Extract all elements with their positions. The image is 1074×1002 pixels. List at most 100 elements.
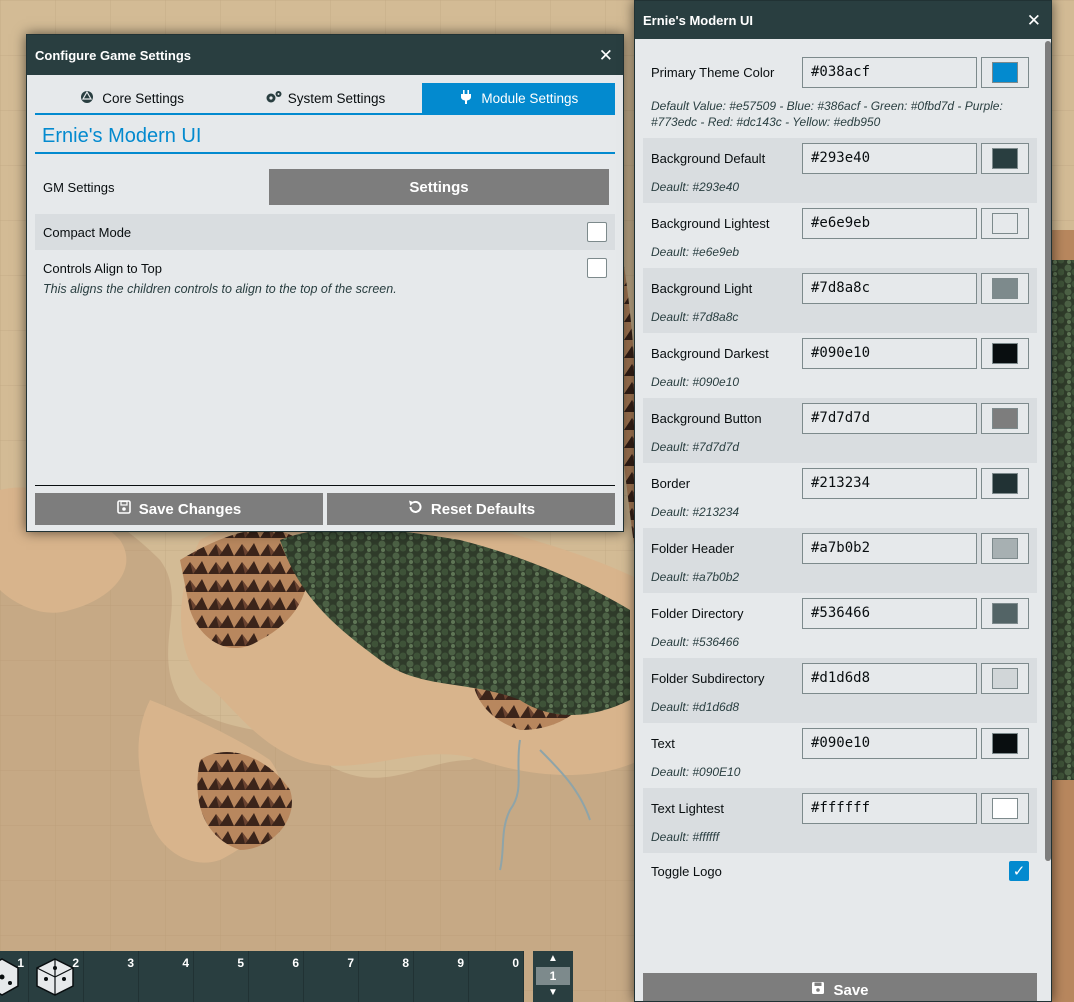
- save-changes-button[interactable]: Save Changes: [35, 493, 323, 525]
- slot-number: 1: [17, 956, 24, 970]
- macro-hotbar: 1 2 3 4 5 6 7 8 9 0: [0, 951, 524, 1002]
- toggle-logo-checkbox[interactable]: ✓: [1009, 861, 1029, 881]
- reset-defaults-button[interactable]: Reset Defaults: [327, 493, 615, 525]
- setting-label: Primary Theme Color: [651, 64, 775, 80]
- config-window-header[interactable]: Configure Game Settings ✕: [27, 35, 623, 75]
- setting-hint: Deault: #293e40: [651, 180, 740, 194]
- hotbar-slot[interactable]: 9: [414, 951, 469, 1002]
- cogs-icon: [265, 90, 282, 107]
- hotbar-slot[interactable]: 3: [84, 951, 139, 1002]
- color-picker-button[interactable]: [981, 662, 1029, 694]
- setting-label: Folder Directory: [651, 605, 744, 621]
- color-picker-button[interactable]: [981, 337, 1029, 369]
- ernie-window-title: Ernie's Modern UI: [643, 12, 753, 28]
- settings-tabs: Core Settings System Settings Module Set…: [35, 83, 615, 115]
- setting-label: Background Button: [651, 410, 762, 426]
- hotbar-slot[interactable]: 8: [359, 951, 414, 1002]
- setting-row: Text Deault: #090E10: [643, 723, 1037, 788]
- color-picker-button[interactable]: [981, 792, 1029, 824]
- chevron-up-icon[interactable]: ▲: [548, 951, 558, 967]
- setting-label: Text Lightest: [651, 800, 724, 816]
- compact-mode-checkbox[interactable]: [587, 222, 607, 242]
- setting-label: Text: [651, 735, 675, 751]
- color-picker-button[interactable]: [981, 56, 1029, 88]
- color-hex-input[interactable]: [802, 792, 977, 824]
- color-settings-list: Primary Theme Color Default Value: #e575…: [643, 39, 1037, 967]
- setting-row: Background Darkest Deault: #090e10: [643, 333, 1037, 398]
- color-swatch: [992, 212, 1018, 234]
- color-hex-input[interactable]: [802, 142, 977, 174]
- color-swatch: [992, 147, 1018, 169]
- setting-hint: Deault: #213234: [651, 505, 740, 519]
- color-swatch: [992, 61, 1018, 83]
- save-icon: [116, 500, 131, 518]
- color-picker-button[interactable]: [981, 597, 1029, 629]
- color-hex-input[interactable]: [802, 337, 977, 369]
- color-picker-button[interactable]: [981, 207, 1029, 239]
- close-icon[interactable]: ✕: [599, 47, 613, 64]
- setting-row: Background Default Deault: #293e40: [643, 138, 1037, 203]
- settings-button[interactable]: Settings: [269, 169, 609, 205]
- slot-number: 7: [347, 956, 354, 970]
- color-swatch: [992, 342, 1018, 364]
- color-picker-button[interactable]: [981, 272, 1029, 304]
- hotbar-slot[interactable]: 4: [139, 951, 194, 1002]
- hotbar-page-control: ▲ 1 ▼: [533, 951, 573, 1002]
- color-hex-input[interactable]: [802, 272, 977, 304]
- setting-label: Background Lightest: [651, 215, 770, 231]
- setting-label: Background Light: [651, 280, 753, 296]
- color-hex-input[interactable]: [802, 532, 977, 564]
- hotbar-slot[interactable]: 2: [29, 951, 84, 1002]
- close-icon[interactable]: ✕: [1027, 12, 1041, 29]
- scrollbar[interactable]: [1045, 41, 1051, 861]
- setting-row: Folder Header Deault: #a7b0b2: [643, 528, 1037, 593]
- configure-game-settings-window: Configure Game Settings ✕ Core Settings …: [26, 34, 624, 532]
- setting-hint: Deault: #7d8a8c: [651, 310, 739, 324]
- controls-align-checkbox[interactable]: [587, 258, 607, 278]
- color-hex-input[interactable]: [802, 727, 977, 759]
- color-swatch: [992, 537, 1018, 559]
- color-picker-button[interactable]: [981, 727, 1029, 759]
- color-swatch: [992, 602, 1018, 624]
- setting-hint: Deault: #d1d6d8: [651, 700, 740, 714]
- hotbar-slot[interactable]: 7: [304, 951, 359, 1002]
- hotbar-slot[interactable]: 0: [469, 951, 524, 1002]
- setting-hint: Deault: #e6e9eb: [651, 245, 740, 259]
- setting-label: Border: [651, 475, 691, 491]
- setting-hint: Deault: #a7b0b2: [651, 570, 740, 584]
- setting-row: Background Button Deault: #7d7d7d: [643, 398, 1037, 463]
- save-button[interactable]: Save: [643, 973, 1037, 1001]
- hotbar-slot[interactable]: 1: [0, 951, 29, 1002]
- slot-number: 4: [182, 956, 189, 970]
- color-hex-input[interactable]: [802, 207, 977, 239]
- ernie-window-header[interactable]: Ernie's Modern UI ✕: [635, 1, 1051, 39]
- tab-module-settings[interactable]: Module Settings: [421, 83, 615, 113]
- color-picker-button[interactable]: [981, 467, 1029, 499]
- color-picker-button[interactable]: [981, 402, 1029, 434]
- color-picker-button[interactable]: [981, 142, 1029, 174]
- setting-label: Background Darkest: [651, 345, 769, 361]
- gm-settings-row: GM Settings Settings: [35, 168, 615, 206]
- color-swatch: [992, 472, 1018, 494]
- color-hex-input[interactable]: [802, 56, 977, 88]
- color-picker-button[interactable]: [981, 532, 1029, 564]
- color-hex-input[interactable]: [802, 597, 977, 629]
- compact-mode-label: Compact Mode: [43, 224, 132, 240]
- tab-system-settings[interactable]: System Settings: [228, 83, 421, 113]
- color-hex-input[interactable]: [802, 402, 977, 434]
- config-footer: Save Changes Reset Defaults: [35, 485, 615, 525]
- tab-label: System Settings: [287, 90, 386, 106]
- color-hex-input[interactable]: [802, 467, 977, 499]
- color-swatch: [992, 667, 1018, 689]
- tab-core-settings[interactable]: Core Settings: [35, 83, 228, 113]
- hotbar-slot[interactable]: 5: [194, 951, 249, 1002]
- color-hex-input[interactable]: [802, 662, 977, 694]
- plug-icon: [458, 89, 474, 107]
- slot-number: 2: [72, 956, 79, 970]
- hotbar-slot[interactable]: 6: [249, 951, 304, 1002]
- chevron-down-icon[interactable]: ▼: [548, 985, 558, 1001]
- setting-row: Border Deault: #213234: [643, 463, 1037, 528]
- slot-number: 3: [127, 956, 134, 970]
- setting-row: Primary Theme Color Default Value: #e575…: [643, 39, 1037, 138]
- setting-row: Folder Subdirectory Deault: #d1d6d8: [643, 658, 1037, 723]
